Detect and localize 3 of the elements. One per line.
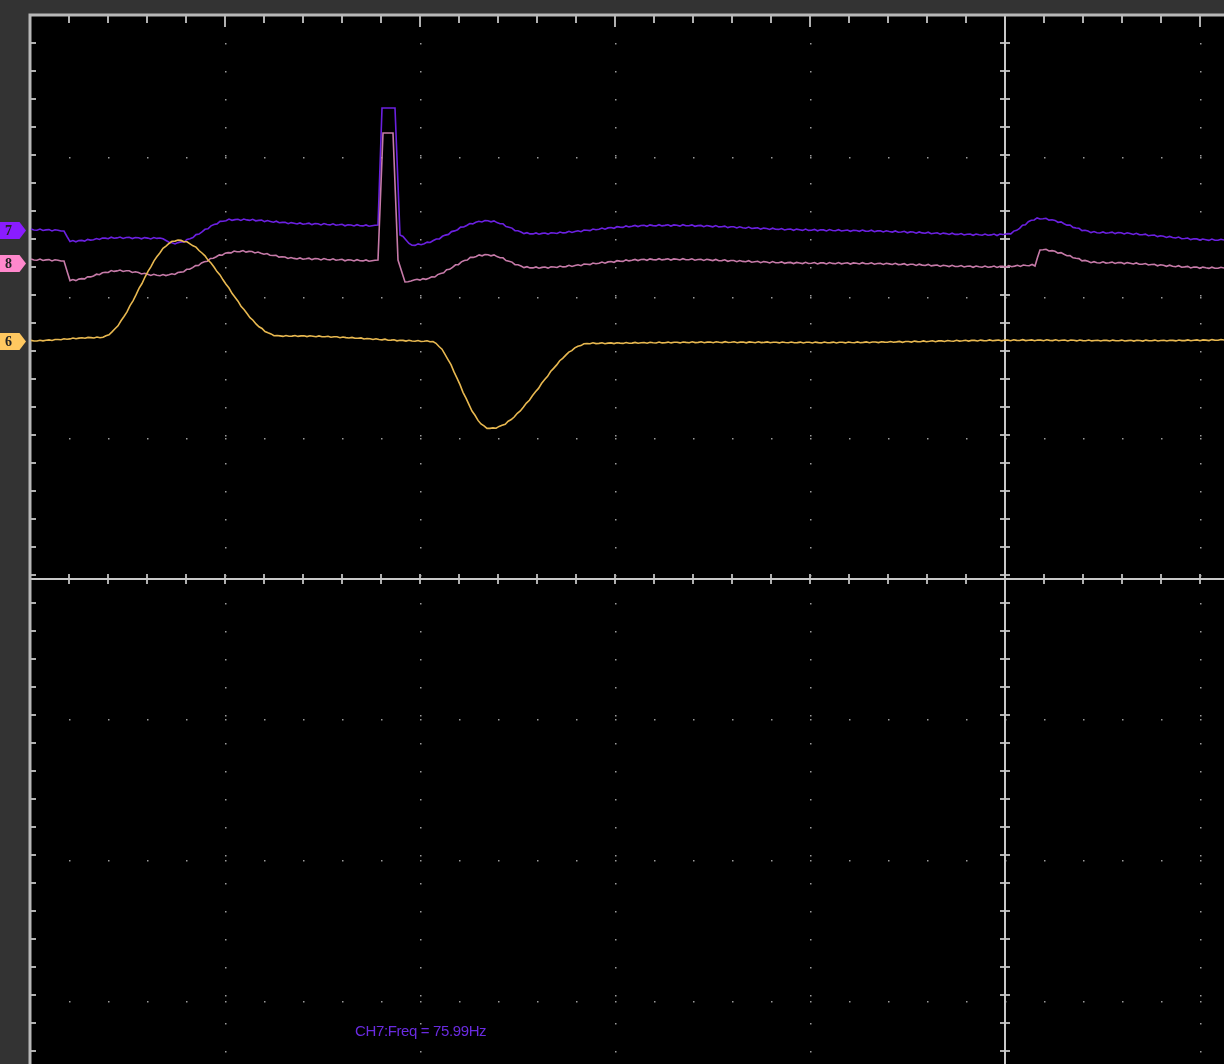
channel-marker[interactable]: 8 (0, 255, 26, 272)
channel-marker[interactable]: 6 (0, 333, 26, 350)
frequency-readout: CH7:Freq = 75.99Hz (355, 1021, 487, 1041)
